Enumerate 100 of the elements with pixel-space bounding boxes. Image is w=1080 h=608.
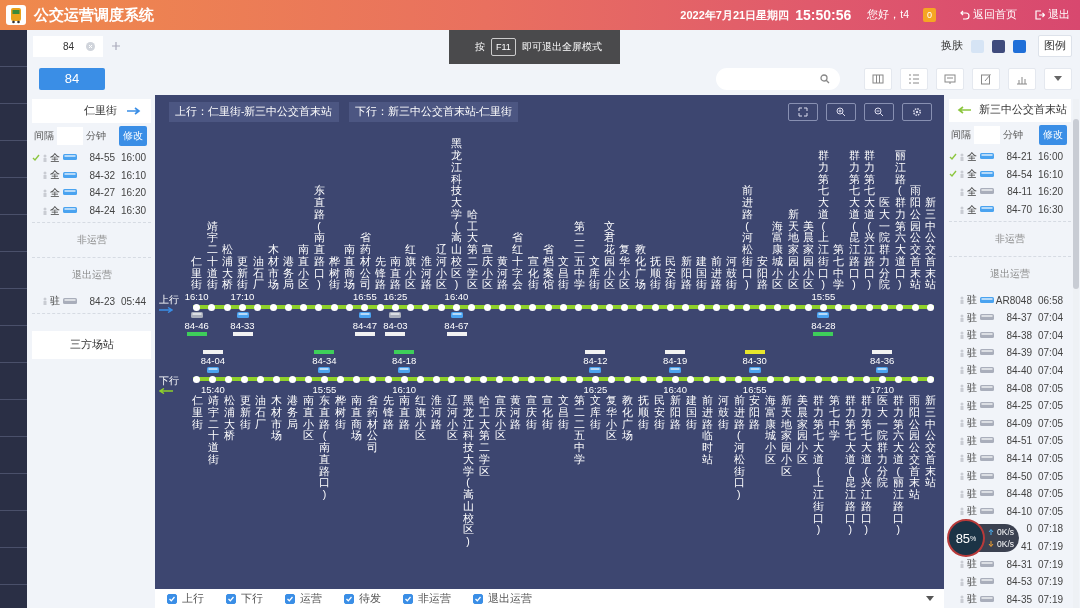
- stop-dot[interactable]: [384, 375, 392, 383]
- route-tab[interactable]: 84: [33, 35, 104, 57]
- checkbox[interactable]: [403, 593, 413, 604]
- station-name[interactable]: 木材市场: [267, 244, 279, 291]
- station-name[interactable]: 河鼓街: [717, 395, 729, 431]
- stop-dot[interactable]: [910, 375, 918, 383]
- stop-dot[interactable]: [400, 375, 408, 383]
- stop-dot[interactable]: [320, 375, 328, 383]
- station-name[interactable]: 淮河路: [420, 255, 432, 291]
- station-name[interactable]: 河鼓街: [726, 255, 737, 291]
- station-name[interactable]: 淮河路: [430, 395, 442, 431]
- stop-dot[interactable]: [514, 303, 522, 311]
- bus-row[interactable]: 驻 84-40 07:04: [949, 361, 1071, 380]
- stop-dot[interactable]: [432, 375, 440, 383]
- stop-dot[interactable]: [621, 303, 629, 311]
- station-name[interactable]: 群力第七大道(上江街口): [818, 150, 829, 291]
- station-name[interactable]: 更新街: [239, 395, 250, 431]
- bus-row[interactable]: 全 84-55 16:00: [32, 149, 151, 167]
- stop-dot[interactable]: [865, 303, 873, 311]
- station-name[interactable]: 靖宇二十道街: [207, 395, 219, 466]
- station-name[interactable]: 海富康城小区: [772, 220, 783, 291]
- stop-dot[interactable]: [480, 375, 488, 383]
- station-name[interactable]: 黑龙江科技大学(嵩山校区): [451, 138, 462, 291]
- stop-dot[interactable]: [639, 375, 647, 383]
- stop-dot[interactable]: [560, 303, 567, 311]
- stop-dot[interactable]: [284, 303, 292, 311]
- stop-dot[interactable]: [719, 375, 727, 383]
- station-name[interactable]: 松浦大桥: [223, 395, 235, 442]
- stop-dot[interactable]: [330, 303, 338, 311]
- stop-dot[interactable]: [464, 375, 472, 383]
- station-name[interactable]: 第七中学: [829, 395, 840, 442]
- station-name[interactable]: 文昌街: [558, 395, 569, 431]
- stop-dot[interactable]: [544, 303, 552, 311]
- station-name[interactable]: 第二二五中学: [573, 220, 585, 291]
- station-name[interactable]: 宣庆小区: [494, 395, 505, 442]
- stop-dot[interactable]: [208, 303, 216, 311]
- stop-dot[interactable]: [783, 375, 791, 383]
- stop-dot[interactable]: [814, 375, 822, 383]
- stop-dot[interactable]: [743, 303, 751, 311]
- stop-dot[interactable]: [352, 375, 360, 383]
- stop-dot[interactable]: [289, 375, 297, 383]
- stop-dot[interactable]: [671, 375, 679, 383]
- bus-row[interactable]: 全 84-24 16:30: [32, 201, 151, 220]
- zoom-out-button[interactable]: [864, 103, 894, 121]
- stop-dot[interactable]: [315, 303, 323, 311]
- station-name[interactable]: 教化广场: [622, 395, 633, 442]
- stop-dot[interactable]: [862, 375, 870, 383]
- toolbar-button[interactable]: [972, 67, 1000, 90]
- station-name[interactable]: 海富康城小区: [765, 395, 776, 466]
- station-name[interactable]: 木材市场: [271, 395, 282, 442]
- stop-dot[interactable]: [697, 303, 705, 311]
- stop-dot[interactable]: [926, 303, 934, 311]
- stop-dot[interactable]: [448, 375, 456, 383]
- stop-dot[interactable]: [789, 303, 797, 311]
- logout-link[interactable]: 退出: [1035, 8, 1070, 22]
- stop-dot[interactable]: [368, 375, 376, 383]
- station-name[interactable]: 仁里街: [191, 395, 203, 431]
- bus-row[interactable]: 全 84-54 16:10: [949, 165, 1071, 184]
- bus-row[interactable]: 驻 84-50 07:05: [949, 467, 1071, 485]
- stop-dot[interactable]: [636, 303, 644, 311]
- stop-dot[interactable]: [407, 303, 415, 311]
- stop-dot[interactable]: [758, 303, 766, 311]
- stop-dot[interactable]: [391, 303, 399, 311]
- station-name[interactable]: 南直路: [398, 395, 410, 431]
- search-field[interactable]: [716, 67, 840, 90]
- station-name[interactable]: 民安街: [665, 255, 676, 291]
- station-name[interactable]: 黄河路: [497, 255, 508, 291]
- station-name[interactable]: 先锋路: [374, 255, 386, 291]
- station-name[interactable]: 宣化街: [527, 255, 539, 291]
- station-name[interactable]: 新阳路: [680, 255, 692, 291]
- stop-dot[interactable]: [881, 303, 888, 311]
- station-name[interactable]: 南直小区: [303, 395, 314, 442]
- checkbox[interactable]: [226, 593, 236, 604]
- station-name[interactable]: 医大一院群力分院: [879, 197, 890, 291]
- station-name[interactable]: 桦树街: [328, 255, 340, 291]
- station-name[interactable]: 抚顺街: [649, 255, 661, 291]
- station-name[interactable]: 文库街: [588, 255, 600, 291]
- stop-dot[interactable]: [911, 303, 919, 311]
- station-name[interactable]: 南直路: [390, 255, 401, 291]
- station-name[interactable]: 前进路(河松街口): [741, 185, 753, 291]
- station-name[interactable]: 宣庆街: [526, 395, 537, 431]
- station-name[interactable]: 南直商场: [344, 244, 355, 291]
- station-name[interactable]: 新三中公交首末站: [924, 395, 936, 489]
- bus-row[interactable]: 驻 AR8048 06:58: [949, 291, 1071, 309]
- dropdown-button[interactable]: [1044, 67, 1072, 90]
- stop-dot[interactable]: [830, 375, 838, 383]
- stop-dot[interactable]: [528, 375, 536, 383]
- station-name[interactable]: 美晨家园小区: [797, 395, 808, 466]
- stop-dot[interactable]: [703, 375, 711, 383]
- bus-row[interactable]: 驻 84-09 07:05: [949, 414, 1071, 433]
- stop-dot[interactable]: [300, 303, 308, 311]
- stop-dot[interactable]: [560, 375, 567, 383]
- bus-row[interactable]: 全 84-11 16:20: [949, 183, 1071, 201]
- station-name[interactable]: 新天地家园小区: [781, 395, 792, 478]
- stop-dot[interactable]: [223, 303, 231, 311]
- stop-dot[interactable]: [257, 375, 265, 383]
- skin-swatch[interactable]: [1013, 39, 1026, 53]
- station-name[interactable]: 仁里街: [191, 255, 202, 291]
- stop-dot[interactable]: [269, 303, 277, 311]
- stop-dot[interactable]: [422, 303, 430, 311]
